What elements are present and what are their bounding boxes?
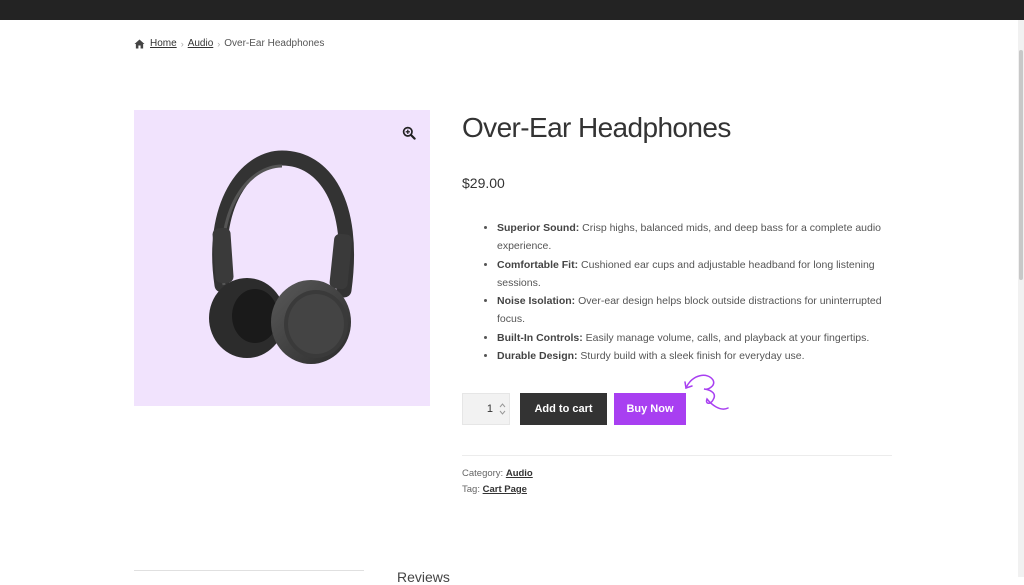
scrollbar-thumb[interactable] [1019, 50, 1023, 280]
breadcrumb-current: Over-Ear Headphones [224, 38, 325, 49]
breadcrumb-home-link[interactable]: Home [150, 38, 177, 49]
product-title: Over-Ear Headphones [462, 112, 731, 143]
product-category: Category: Audio [462, 468, 533, 479]
feature-label: Superior Sound: [497, 222, 580, 234]
product-features-list: Superior Sound: Crisp highs, balanced mi… [484, 219, 909, 365]
buy-now-button[interactable]: Buy Now [614, 393, 686, 425]
quantity-value[interactable]: 1 [463, 403, 493, 415]
feature-label: Noise Isolation: [497, 295, 576, 308]
feature-label: Built-In Controls: [497, 331, 583, 344]
feature-item: Superior Sound: Crisp highs, balanced mi… [497, 219, 909, 256]
meta-divider [462, 455, 892, 456]
tab-reviews[interactable]: Reviews [397, 569, 450, 585]
feature-label: Durable Design: [497, 350, 578, 363]
category-label: Category: [462, 468, 506, 479]
feature-text: Easily manage volume, calls, and playbac… [582, 331, 870, 344]
spinner-up-icon[interactable] [499, 403, 506, 408]
feature-item: Noise Isolation: Over-ear design helps b… [497, 292, 909, 329]
feature-label: Comfortable Fit: [497, 258, 579, 271]
feature-item: Built-In Controls: Easily manage volume,… [497, 329, 909, 347]
spinner-down-icon[interactable] [499, 410, 506, 415]
spinner-icon[interactable] [499, 403, 506, 415]
breadcrumb: Home › Audio › Over-Ear Headphones [134, 38, 324, 49]
quantity-input[interactable]: 1 [462, 393, 510, 425]
breadcrumb-audio-link[interactable]: Audio [188, 38, 214, 49]
product-image-gallery[interactable] [134, 110, 430, 406]
page-scrollbar[interactable] [1018, 20, 1024, 577]
feature-item: Durable Design: Sturdy build with a slee… [497, 347, 909, 365]
category-link[interactable]: Audio [506, 468, 533, 479]
tag-link[interactable]: Cart Page [483, 484, 527, 495]
tag-label: Tag: [462, 484, 483, 495]
product-price: $29.00 [462, 175, 505, 191]
feature-text: Sturdy build with a sleek finish for eve… [577, 350, 805, 363]
top-bar [0, 0, 1024, 20]
breadcrumb-separator: › [217, 38, 221, 49]
product-tag: Tag: Cart Page [462, 484, 527, 495]
breadcrumb-separator: › [180, 38, 184, 49]
add-to-cart-button[interactable]: Add to cart [520, 393, 607, 425]
home-icon [134, 38, 145, 49]
headphones-image [209, 150, 355, 364]
tabs-divider [134, 570, 364, 571]
arrow-scribble-icon [684, 374, 729, 410]
feature-item: Comfortable Fit: Cushioned ear cups and … [497, 256, 909, 293]
